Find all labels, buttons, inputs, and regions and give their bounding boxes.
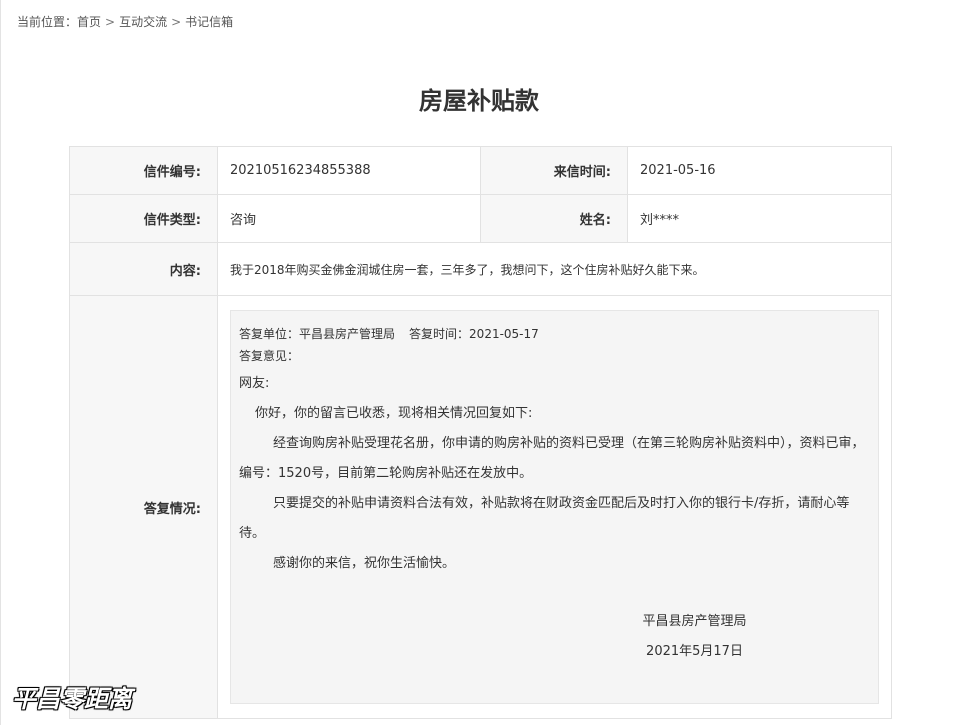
reply-paragraph: 编号：1520号，目前第二轮购房补贴还在发放中。 <box>239 466 533 481</box>
breadcrumb-prefix: 当前位置： <box>17 15 78 29</box>
reply-greeting: 网友: <box>239 376 270 391</box>
reply-unit-value: 平昌县房产管理局 <box>299 327 396 341</box>
table-row: 信件类型: 咨询 姓名: 刘**** <box>69 194 892 243</box>
reply-paragraph: 只要提交的补贴申请资料合法有效，补贴款将在财政资金匹配后及时打入你的银行卡/存折… <box>239 496 850 541</box>
letter-type-value: 咨询 <box>217 194 481 243</box>
letter-number-label: 信件编号: <box>69 146 218 195</box>
letter-name-label: 姓名: <box>480 194 628 243</box>
letter-number-value: 20210516234855388 <box>217 146 481 195</box>
breadcrumb-mailbox-link[interactable]: 书记信箱 <box>185 15 233 29</box>
breadcrumb-home-link[interactable]: 首页 <box>77 15 101 29</box>
breadcrumb-interaction-link[interactable]: 互动交流 <box>119 15 167 29</box>
reply-time-label: 答复时间： <box>409 327 470 341</box>
reply-cell: 答复单位：平昌县房产管理局 答复时间：2021-05-17 答复意见： 网友: 你… <box>217 295 892 719</box>
reply-signature-org: 平昌县房产管理局 <box>642 614 747 629</box>
table-row: 答复情况: 答复单位：平昌县房产管理局 答复时间：2021-05-17 答复意见：… <box>69 295 892 719</box>
reply-time-value: 2021-05-17 <box>469 327 539 341</box>
reply-status-label: 答复情况: <box>69 295 218 719</box>
reply-meta-line: 答复单位：平昌县房产管理局 答复时间：2021-05-17 <box>239 323 870 345</box>
reply-opening: 你好，你的留言已收悉，现将相关情况回复如下: <box>255 406 533 421</box>
table-row: 信件编号: 20210516234855388 来信时间: 2021-05-16 <box>69 146 892 195</box>
reply-paragraph: 经查询购房补贴受理花名册，你申请的购房补贴的资料已受理（在第三轮购房补贴资料中）… <box>273 436 865 451</box>
letter-time-value: 2021-05-16 <box>627 146 892 195</box>
letter-name-value: 刘**** <box>627 194 892 243</box>
letter-time-label: 来信时间: <box>480 146 628 195</box>
page-title: 房屋补贴款 <box>419 87 539 115</box>
reply-opinion-label: 答复意见： <box>239 349 300 363</box>
watermark-logo: 平昌零距离 <box>12 685 132 713</box>
table-row: 内容: 我于2018年购买金佛金润城住房一套，三年多了，我想问下，这个住房补贴好… <box>69 242 892 296</box>
breadcrumb-separator: > <box>171 15 182 29</box>
letter-content-label: 内容: <box>69 242 218 296</box>
breadcrumb: 当前位置：首页 > 互动交流 > 书记信箱 <box>17 14 233 30</box>
breadcrumb-separator: > <box>105 15 116 29</box>
reply-box: 答复单位：平昌县房产管理局 答复时间：2021-05-17 答复意见： 网友: 你… <box>230 310 879 704</box>
reply-unit-label: 答复单位： <box>239 327 300 341</box>
letter-content-value: 我于2018年购买金佛金润城住房一套，三年多了，我想问下，这个住房补贴好久能下来… <box>217 242 892 296</box>
reply-paragraph: 感谢你的来信，祝你生活愉快。 <box>273 556 456 571</box>
reply-signature-date: 2021年5月17日 <box>646 644 743 659</box>
letter-detail-table: 信件编号: 20210516234855388 来信时间: 2021-05-16… <box>69 146 892 719</box>
letter-type-label: 信件类型: <box>69 194 218 243</box>
